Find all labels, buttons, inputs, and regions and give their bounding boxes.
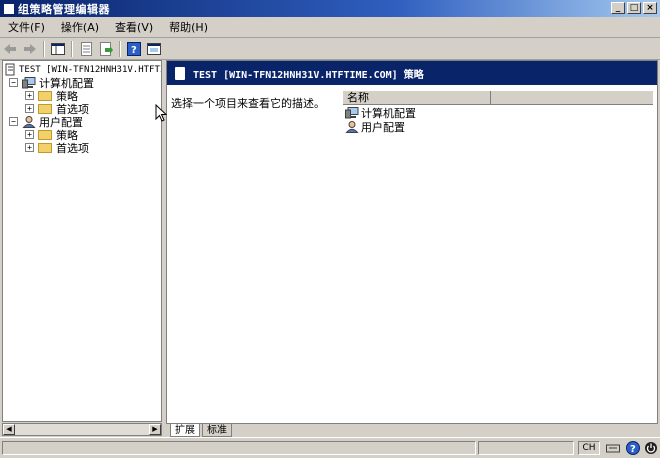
tab-standard[interactable]: 标准 <box>202 424 232 437</box>
window-title: 组策略管理编辑器 <box>18 2 110 16</box>
keyboard-icon[interactable] <box>606 441 620 455</box>
app-icon <box>3 2 15 15</box>
description-text: 选择一个项目来查看它的描述。 <box>171 97 325 110</box>
expand-toggle[interactable]: + <box>25 130 34 139</box>
tab-extended[interactable]: 扩展 <box>170 424 200 437</box>
mouse-cursor-icon <box>155 104 167 122</box>
menu-view[interactable]: 查看(V) <box>107 19 161 35</box>
tree-pane[interactable]: TEST [WIN-TFN12HNH31V.HTFTIM − 计算机配置 + 策… <box>2 60 162 422</box>
tree-item-user-preferences[interactable]: + 首选项 <box>25 141 89 155</box>
toolbar-separator <box>119 40 121 57</box>
minimize-button[interactable]: _ <box>611 2 625 14</box>
user-icon <box>22 115 36 128</box>
folder-icon <box>38 142 52 153</box>
maximize-button[interactable]: □ <box>627 2 641 14</box>
view-tabs: 扩展 标准 <box>166 424 658 437</box>
menu-file[interactable]: 文件(F) <box>0 19 53 35</box>
toolbar: ? <box>0 38 660 60</box>
properties-icon[interactable] <box>78 41 94 57</box>
collapse-toggle[interactable]: − <box>9 78 18 87</box>
column-header-name[interactable]: 名称 <box>343 91 491 104</box>
details-header: TEST [WIN-TFN12HNH31V.HTFTIME.COM] 策略 <box>167 61 657 85</box>
show-hide-tree-icon[interactable] <box>50 41 66 57</box>
menu-bar: 文件(F) 操作(A) 查看(V) 帮助(H) <box>0 17 660 38</box>
scroll-left-icon[interactable]: ◀ <box>3 424 15 435</box>
details-pane: TEST [WIN-TFN12HNH31V.HTFTIME.COM] 策略 选择… <box>166 60 658 424</box>
svg-text:?: ? <box>630 444 636 455</box>
toolbar-separator <box>71 40 73 57</box>
scroll-right-icon[interactable]: ▶ <box>149 424 161 435</box>
list-item-computer-config[interactable]: 计算机配置 <box>345 106 416 120</box>
collapse-toggle[interactable]: − <box>9 117 18 126</box>
export-list-icon[interactable] <box>98 41 114 57</box>
policy-book-icon <box>175 66 185 80</box>
computer-icon <box>345 106 359 118</box>
back-arrow-icon[interactable] <box>2 41 18 57</box>
folder-icon <box>38 103 52 114</box>
expand-toggle[interactable]: + <box>25 143 34 152</box>
menu-help[interactable]: 帮助(H) <box>161 19 216 35</box>
menu-action[interactable]: 操作(A) <box>53 19 107 35</box>
folder-icon <box>38 129 52 140</box>
expand-toggle[interactable]: + <box>25 104 34 113</box>
list-header: 名称 <box>343 91 653 105</box>
language-indicator[interactable]: CH <box>578 441 600 455</box>
help-tray-icon[interactable]: ? <box>626 441 640 455</box>
computer-icon <box>22 76 36 88</box>
tree-horizontal-scrollbar[interactable]: ◀ ▶ <box>2 423 162 436</box>
expand-toggle[interactable]: + <box>25 91 34 100</box>
tree-label: 首选项 <box>56 141 89 155</box>
list-item-user-config[interactable]: 用户配置 <box>345 120 405 134</box>
power-icon[interactable] <box>644 441 658 455</box>
help-icon[interactable]: ? <box>126 41 142 57</box>
window-controls: _ □ × <box>611 2 657 14</box>
svg-text:?: ? <box>131 45 137 56</box>
column-header-empty <box>491 91 653 104</box>
console-icon[interactable] <box>146 41 162 57</box>
status-panel-secondary <box>478 441 574 455</box>
toolbar-separator <box>43 40 45 57</box>
tree-root-label: TEST [WIN-TFN12HNH31V.HTFTIM <box>19 64 162 75</box>
list-item-label: 用户配置 <box>361 120 405 134</box>
policy-book-icon <box>5 63 15 76</box>
tree-item-computer-config[interactable]: − 计算机配置 <box>9 76 94 90</box>
forward-arrow-icon[interactable] <box>22 41 38 57</box>
close-button[interactable]: × <box>643 2 657 14</box>
user-icon <box>345 120 359 133</box>
folder-icon <box>38 90 52 101</box>
title-bar: 组策略管理编辑器 _ □ × <box>0 0 660 17</box>
details-header-title: TEST [WIN-TFN12HNH31V.HTFTIME.COM] 策略 <box>193 69 424 81</box>
status-bar: CH ? <box>0 437 660 458</box>
status-panel-main <box>2 441 476 455</box>
